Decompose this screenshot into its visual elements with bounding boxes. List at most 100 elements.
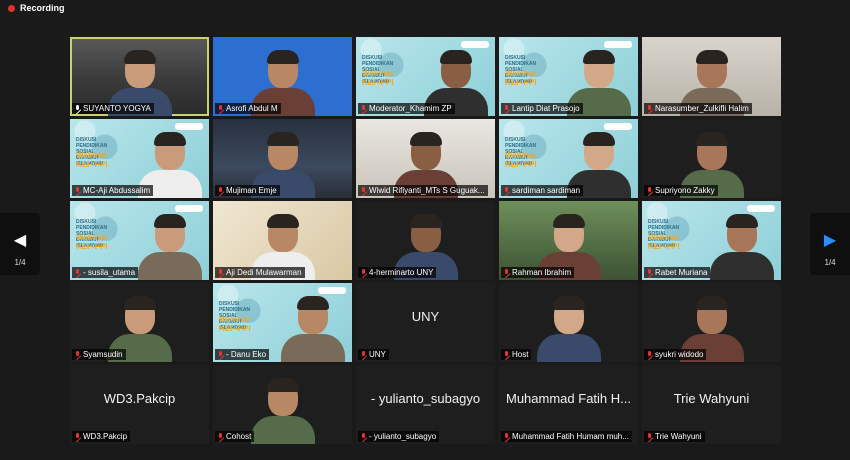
participant-tile[interactable]: Mujiman Emje [213,119,352,198]
participant-tile[interactable]: DISKUSI PENDIDIKAN SOSIAL DAKWAH ISLAMIY… [213,283,352,362]
participant-tile[interactable]: DISKUSI PENDIDIKAN SOSIAL DAKWAH ISLAMIY… [499,37,638,116]
mic-muted-icon [360,268,367,277]
participant-name-label: Asrofi Abdul M [215,103,281,114]
participant-name-label: Rabet Muriana [644,267,711,278]
webinar-title: Webinar KEF-PPI [505,69,537,87]
page-indicator-left: 1/4 [14,258,26,267]
participant-name: Muhammad Fatih Humam muh... [512,432,629,441]
participant-name: Lantip Diat Prasojo [512,104,580,113]
participant-tile[interactable]: SUYANTO YOGYA [70,37,209,116]
mic-muted-icon [503,186,510,195]
participant-name: sardiman sardiman [512,186,581,195]
participant-name: Aji Dedi Mulawarman [226,268,302,277]
participant-video [138,210,203,280]
participant-name: Syamsudin [83,350,123,359]
participant-name-label: WD3.Pakcip [72,431,131,442]
participant-video [536,292,601,362]
mic-muted-icon [217,268,224,277]
participant-tile[interactable]: DISKUSI PENDIDIKAN SOSIAL DAKWAH ISLAMIY… [356,37,495,116]
mic-muted-icon [646,268,653,277]
participant-name-label: - Danu Eko [215,349,270,360]
mic-muted-icon [646,432,653,441]
participant-display-name: UNY [411,309,440,324]
participant-name: - Danu Eko [226,350,267,359]
participant-name: Cohost [226,432,252,441]
participant-tile[interactable]: 4-herminarto UNY [356,201,495,280]
participant-name: Trie Wahyuni [655,432,702,441]
participant-name-label: Muhammad Fatih Humam muh... [501,431,632,442]
mic-muted-icon [360,104,367,113]
recording-dot-icon [8,4,15,12]
mic-muted-icon [217,350,224,359]
participant-name-label: sardiman sardiman [501,185,584,196]
participant-name: UNY [369,350,386,359]
participant-display-name: Muhammad Fatih H... [506,391,631,406]
participant-tile[interactable]: Host [499,283,638,362]
participant-name: SUYANTO YOGYA [83,104,151,113]
prev-page-button[interactable]: ◀ 1/4 [0,213,40,275]
participant-name: MC-Aji Abdussalim [83,186,151,195]
participant-video [281,292,346,362]
page-indicator-right: 1/4 [824,258,836,267]
participant-tile[interactable]: Asrofi Abdul M [213,37,352,116]
mic-muted-icon [74,186,81,195]
participant-video [250,374,315,444]
participant-name: Rahman Ibrahim [512,268,572,277]
participant-name-label: Cohost [215,431,255,442]
mic-muted-icon [646,350,653,359]
participant-name-label: Aji Dedi Mulawarman [215,267,305,278]
mic-muted-icon [74,350,81,359]
participant-name-label: Host [501,349,532,360]
next-page-button[interactable]: ▶ 1/4 [810,213,850,275]
participant-tile[interactable]: DISKUSI PENDIDIKAN SOSIAL DAKWAH ISLAMIY… [499,119,638,198]
webinar-title: Webinar KEF-PPI [362,69,394,87]
mic-muted-icon [503,268,510,277]
participant-tile[interactable]: Muhammad Fatih H... Muhammad Fatih Humam … [499,365,638,444]
participant-video [710,210,775,280]
mic-muted-icon [74,432,81,441]
webinar-title: Webinar KEF-PPI [76,151,108,169]
participant-tile[interactable]: Trie Wahyuni Trie Wahyuni [642,365,781,444]
participant-tile[interactable]: DISKUSI PENDIDIKAN SOSIAL DAKWAH ISLAMIY… [70,201,209,280]
participant-tile[interactable]: Narasumber_Zulkifli Halim [642,37,781,116]
chevron-right-icon: ▶ [823,232,837,249]
participant-display-name: WD3.Pakcip [103,391,176,406]
participant-tile[interactable]: Wiwid Rifiyanti_MTs S Guguak... [356,119,495,198]
participant-display-name: - yulianto_subagyo [370,391,481,406]
participant-tile[interactable]: Cohost [213,365,352,444]
participant-tile[interactable]: Rahman Ibrahim [499,201,638,280]
participant-name-label: UNY [358,349,389,360]
participant-tile[interactable]: DISKUSI PENDIDIKAN SOSIAL DAKWAH ISLAMIY… [642,201,781,280]
participant-tile[interactable]: Aji Dedi Mulawarman [213,201,352,280]
participant-tile[interactable]: - yulianto_subagyo - yulianto_subagyo [356,365,495,444]
webinar-title: Webinar KEF-PPI [219,315,251,333]
participant-tile[interactable]: Supriyono Zakky [642,119,781,198]
participant-name-label: Supriyono Zakky [644,185,718,196]
mic-muted-icon [360,186,367,195]
mic-muted-icon [646,104,653,113]
participant-name-label: syukri widodo [644,349,707,360]
mic-muted-icon [503,104,510,113]
participant-tile[interactable]: WD3.Pakcip WD3.Pakcip [70,365,209,444]
participant-name: Host [512,350,529,359]
participant-name: - yulianto_subagyo [369,432,437,441]
participant-name-label: Trie Wahyuni [644,431,705,442]
participant-name-label: Rahman Ibrahim [501,267,575,278]
recording-indicator: Recording [8,2,65,14]
mic-muted-icon [217,186,224,195]
mic-muted-icon [217,104,224,113]
participant-name-label: Lantip Diat Prasojo [501,103,583,114]
participant-name: Mujiman Emje [226,186,277,195]
participant-tile[interactable]: Syamsudin [70,283,209,362]
participant-name: - susila_utama [83,268,136,277]
mic-muted-icon [360,350,367,359]
participant-name-label: - yulianto_subagyo [358,431,440,442]
mic-icon [74,104,81,113]
participant-name: Asrofi Abdul M [226,104,278,113]
participant-tile[interactable]: DISKUSI PENDIDIKAN SOSIAL DAKWAH ISLAMIY… [70,119,209,198]
participant-tile[interactable]: syukri widodo [642,283,781,362]
participant-name-label: Narasumber_Zulkifli Halim [644,103,752,114]
participant-name-label: Mujiman Emje [215,185,280,196]
participant-tile[interactable]: UNY UNY [356,283,495,362]
mic-muted-icon [503,432,510,441]
